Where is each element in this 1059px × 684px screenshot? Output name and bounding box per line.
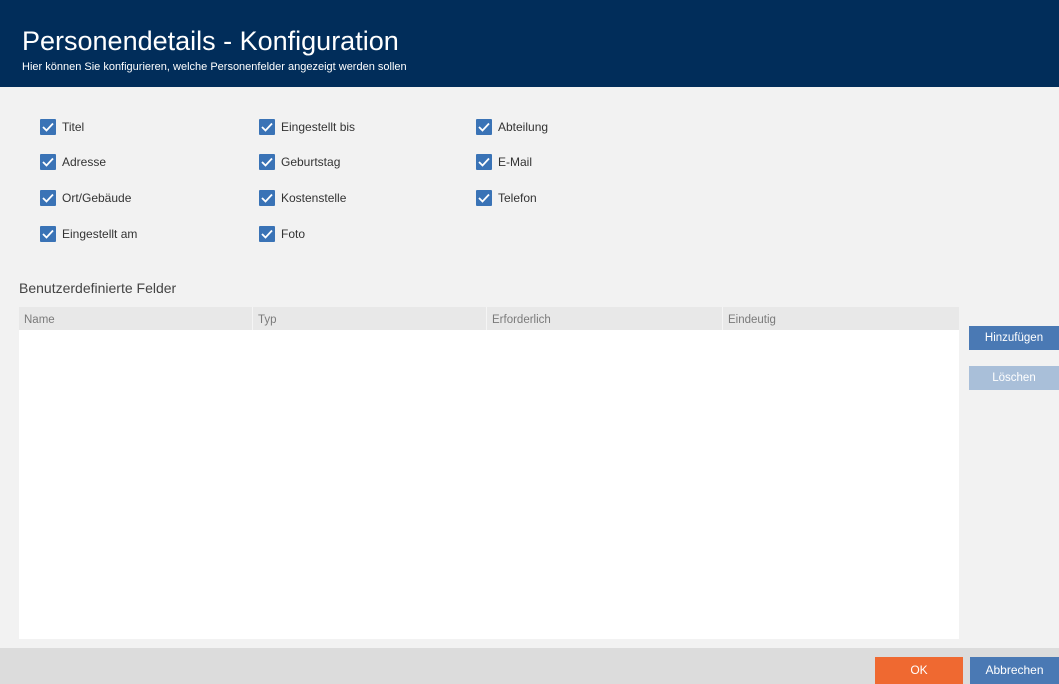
checkbox-kostenstelle[interactable]: Kostenstelle: [259, 189, 346, 207]
checkmark-icon: [40, 226, 56, 242]
checkmark-icon: [476, 190, 492, 206]
checkbox-e-mail[interactable]: E-Mail: [476, 153, 532, 171]
checkmark-icon: [259, 119, 275, 135]
checkbox-foto[interactable]: Foto: [259, 225, 305, 243]
checkbox-geburtstag[interactable]: Geburtstag: [259, 153, 340, 171]
checkbox-label: E-Mail: [498, 155, 533, 169]
checkbox-label: Adresse: [62, 155, 107, 169]
checkbox-label: Foto: [281, 227, 306, 241]
checkbox-telefon[interactable]: Telefon: [476, 189, 537, 207]
checkmark-icon: [259, 190, 275, 206]
checkmark-icon: [40, 190, 56, 206]
checkbox-ort-gebaeude[interactable]: Ort/Gebäude: [40, 189, 131, 207]
dialog-title: Personendetails - Konfiguration: [22, 26, 399, 56]
add-button[interactable]: Hinzufügen: [969, 326, 1059, 350]
checkbox-label: Geburtstag: [281, 155, 341, 169]
cancel-button[interactable]: Abbrechen: [970, 657, 1059, 684]
checkbox-label: Telefon: [498, 191, 537, 205]
table-header: Name Typ Erforderlich Eindeutig: [19, 307, 959, 330]
custom-fields-table[interactable]: Name Typ Erforderlich Eindeutig: [19, 307, 959, 639]
column-header-erforderlich[interactable]: Erforderlich: [487, 307, 723, 330]
checkbox-label: Kostenstelle: [281, 191, 347, 205]
dialog-subtitle: Hier können Sie konfigurieren, welche Pe…: [22, 61, 407, 73]
checkmark-icon: [40, 154, 56, 170]
checkbox-label: Eingestellt bis: [281, 120, 356, 134]
checkmark-icon: [259, 154, 275, 170]
checkbox-adresse[interactable]: Adresse: [40, 153, 106, 171]
dialog-header: Personendetails - Konfiguration Hier kön…: [0, 0, 1059, 87]
checkbox-eingestellt-am[interactable]: Eingestellt am: [40, 225, 137, 243]
checkmark-icon: [259, 226, 275, 242]
column-header-eindeutig[interactable]: Eindeutig: [723, 307, 959, 330]
ok-button[interactable]: OK: [875, 657, 963, 684]
checkbox-eingestellt-bis[interactable]: Eingestellt bis: [259, 118, 355, 136]
custom-fields-title: Benutzerdefinierte Felder: [19, 280, 177, 296]
checkbox-abteilung[interactable]: Abteilung: [476, 118, 548, 136]
checkbox-label: Abteilung: [498, 120, 549, 134]
checkbox-label: Ort/Gebäude: [62, 191, 132, 205]
checkbox-label: Eingestellt am: [62, 227, 138, 241]
checkbox-label: Titel: [62, 120, 85, 134]
checkmark-icon: [40, 119, 56, 135]
delete-button[interactable]: Löschen: [969, 366, 1059, 390]
column-header-name[interactable]: Name: [19, 307, 253, 330]
column-header-typ[interactable]: Typ: [253, 307, 487, 330]
checkmark-icon: [476, 154, 492, 170]
checkbox-titel[interactable]: Titel: [40, 118, 84, 136]
checkmark-icon: [476, 119, 492, 135]
